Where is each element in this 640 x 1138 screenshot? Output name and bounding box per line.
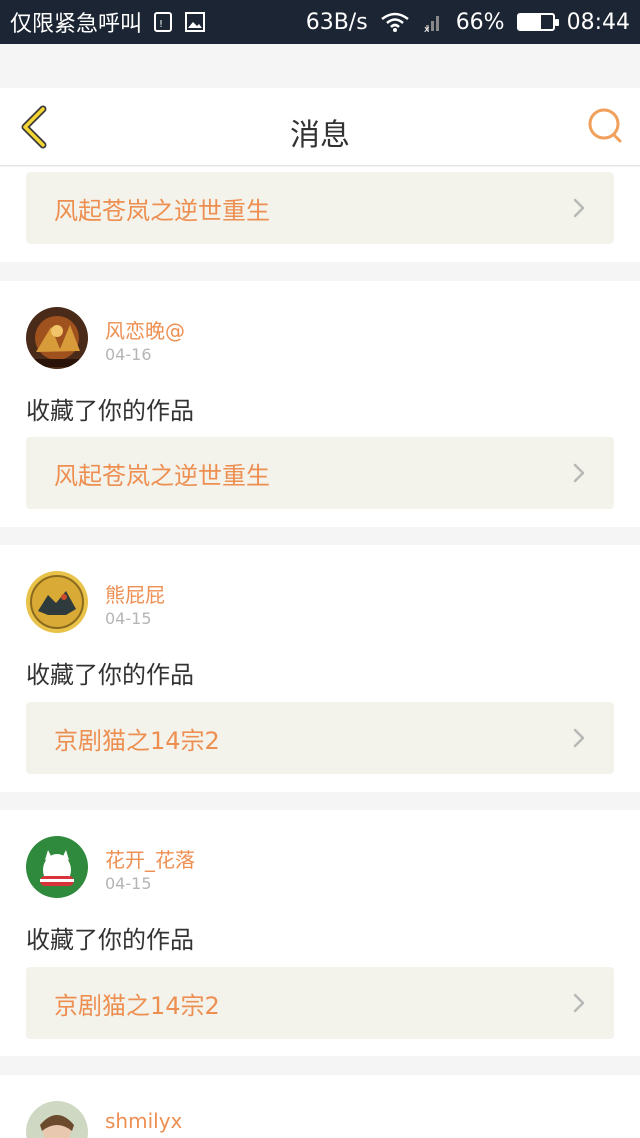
- username[interactable]: 风恋晚@: [105, 315, 185, 344]
- carrier-text: 仅限紧急呼叫: [10, 12, 143, 37]
- chevron-right-icon: [572, 197, 586, 219]
- message-card: 风起苍岚之逆世重生: [0, 167, 640, 262]
- avatar[interactable]: [26, 307, 88, 369]
- avatar[interactable]: [26, 1101, 88, 1138]
- battery-percent: 66%: [455, 9, 505, 35]
- chevron-right-icon: [572, 992, 586, 1014]
- work-link[interactable]: 风起苍岚之逆世重生: [26, 437, 614, 509]
- message-card: 熊屁屁 04-15 收藏了你的作品 京剧猫之14宗2: [0, 545, 640, 792]
- message-card: 花开_花落 04-15 收藏了你的作品 京剧猫之14宗2: [0, 810, 640, 1056]
- work-title: 京剧猫之14宗2: [54, 991, 220, 1020]
- work-title: 风起苍岚之逆世重生: [54, 461, 270, 490]
- action-text: 收藏了你的作品: [26, 926, 194, 954]
- svg-text:!: !: [159, 19, 163, 30]
- search-button[interactable]: [586, 106, 626, 146]
- network-speed: 63B/s: [305, 9, 368, 35]
- username[interactable]: 熊屁屁: [105, 579, 165, 608]
- action-text: 收藏了你的作品: [26, 661, 194, 689]
- signal-icon: x: [422, 11, 444, 33]
- work-link[interactable]: 风起苍岚之逆世重生: [26, 172, 614, 244]
- action-text: 收藏了你的作品: [26, 397, 194, 425]
- wifi-icon: [380, 11, 410, 33]
- chevron-right-icon: [572, 727, 586, 749]
- battery-icon: [516, 13, 559, 31]
- avatar[interactable]: [26, 836, 88, 898]
- work-link[interactable]: 京剧猫之14宗2: [26, 702, 614, 774]
- message-card: 风恋晚@ 04-16 收藏了你的作品 风起苍岚之逆世重生: [0, 281, 640, 527]
- clock: 08:44: [566, 9, 630, 35]
- page-title: 消息: [290, 118, 350, 153]
- image-icon: [184, 11, 206, 33]
- sim-icon: !: [152, 11, 174, 33]
- search-icon: [588, 108, 622, 143]
- status-bar: 仅限紧急呼叫 ! 63B/s x 66% 08:44: [0, 0, 640, 44]
- message-card: shmilyx: [0, 1075, 640, 1138]
- svg-text:x: x: [424, 25, 430, 33]
- nav-bar: 消息: [0, 88, 640, 166]
- work-link[interactable]: 京剧猫之14宗2: [26, 967, 614, 1039]
- work-title: 京剧猫之14宗2: [54, 726, 220, 755]
- message-date: 04-16: [105, 345, 152, 364]
- chevron-right-icon: [572, 462, 586, 484]
- avatar[interactable]: [26, 571, 88, 633]
- username[interactable]: shmilyx: [105, 1109, 182, 1133]
- message-date: 04-15: [105, 874, 152, 893]
- work-title: 风起苍岚之逆世重生: [54, 196, 270, 225]
- message-date: 04-15: [105, 609, 152, 628]
- username[interactable]: 花开_花落: [105, 844, 195, 873]
